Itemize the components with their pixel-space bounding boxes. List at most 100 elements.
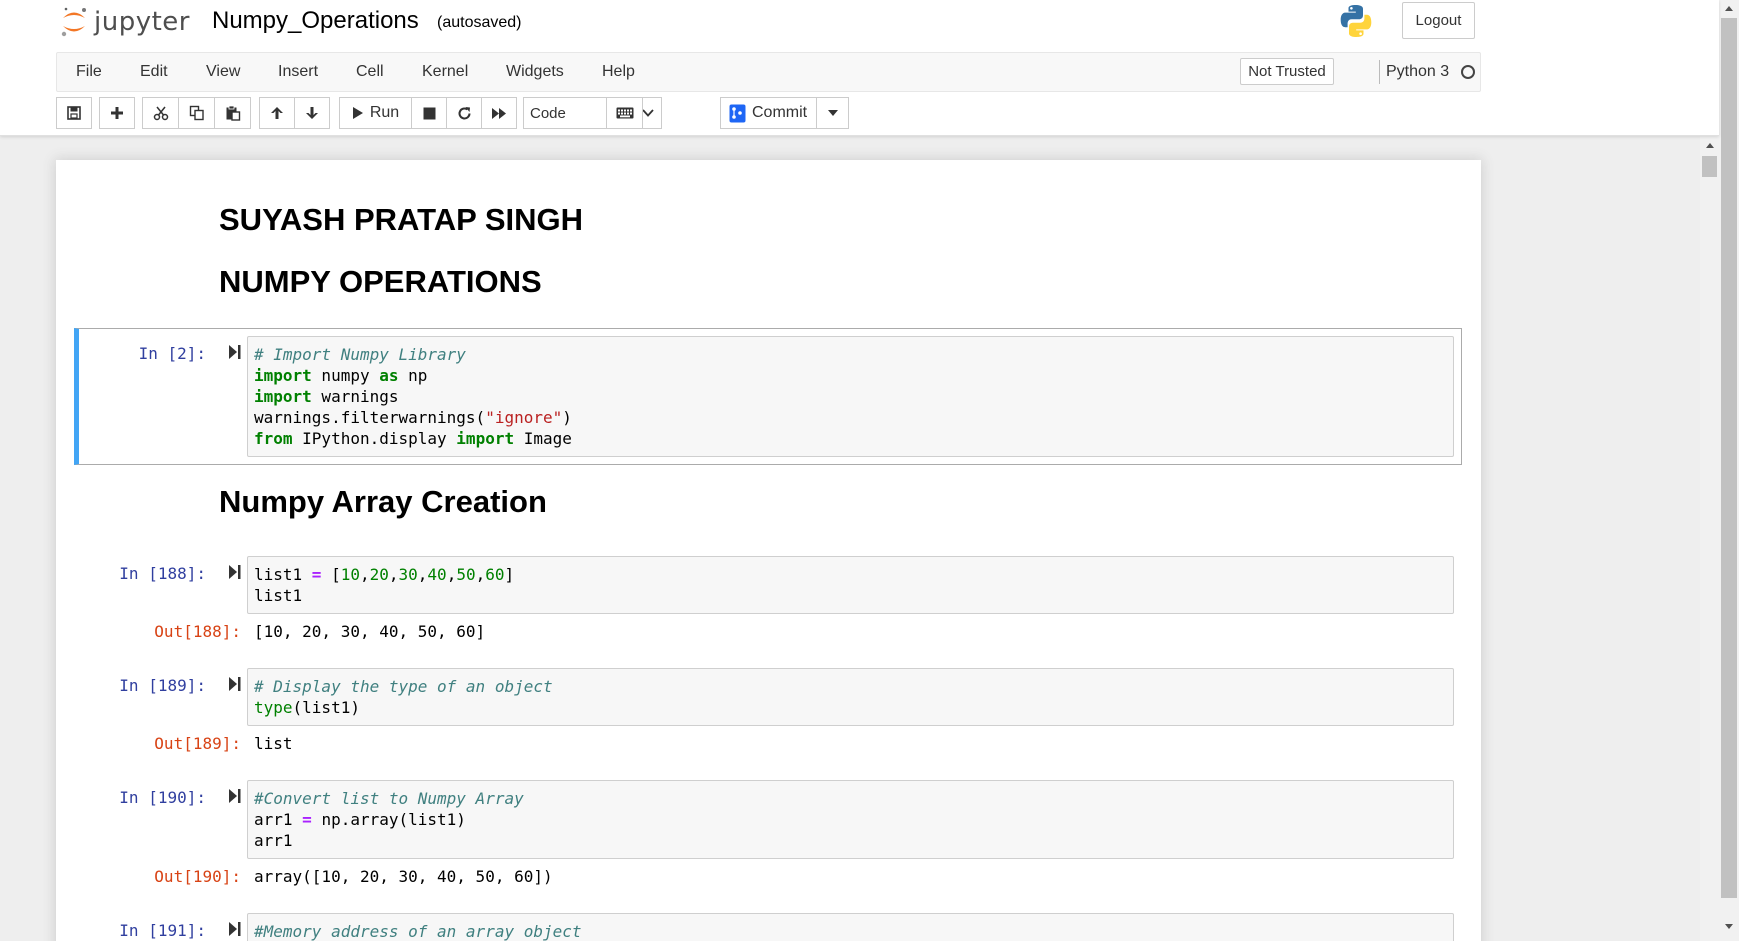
scroll-up-arrow-icon[interactable]	[1706, 143, 1714, 148]
code-line: type(list1)	[254, 698, 360, 717]
kernel-separator	[1379, 60, 1380, 84]
in-prompt: In [191]:	[119, 921, 206, 940]
code-line: warnings.filterwarnings("ignore")	[254, 408, 572, 427]
menu-widgets[interactable]: Widgets	[506, 53, 564, 91]
cell-output: array([10, 20, 30, 40, 50, 60])	[254, 867, 553, 886]
menubar: File Edit View Insert Cell Kernel Widget…	[56, 52, 1481, 92]
code-input[interactable]: #Convert list to Numpy Array arr1 = np.a…	[247, 780, 1454, 859]
in-prompt: In [2]:	[138, 344, 206, 363]
run-button[interactable]: Run	[339, 97, 412, 129]
python-logo	[1337, 2, 1375, 45]
code-line: import warnings	[254, 387, 399, 406]
code-line: import numpy as np	[254, 366, 428, 385]
code-line: arr1 = np.array(list1)	[254, 810, 466, 829]
code-input[interactable]: # Display the type of an object type(lis…	[247, 668, 1454, 726]
move-down-button[interactable]	[294, 97, 330, 129]
code-input[interactable]: list1 = [10,20,30,40,50,60] list1	[247, 556, 1454, 614]
save-button[interactable]	[56, 97, 92, 129]
restart-icon	[458, 106, 470, 119]
copy-button[interactable]	[178, 97, 215, 129]
paste-button[interactable]	[214, 97, 251, 129]
code-line: from IPython.display import Image	[254, 429, 572, 448]
menu-view[interactable]: View	[206, 53, 240, 91]
page-scroll-down-arrow-icon[interactable]	[1725, 924, 1733, 929]
fast-forward-icon	[492, 107, 506, 119]
chevron-down-icon	[642, 109, 654, 117]
code-input[interactable]: # Import Numpy Library import numpy as n…	[247, 336, 1454, 457]
move-up-button[interactable]	[259, 97, 295, 129]
code-comment: #Memory address of an array object	[254, 922, 582, 941]
arrow-down-icon	[306, 107, 318, 119]
arrow-up-icon	[271, 107, 283, 119]
run-icon	[352, 107, 363, 119]
not-trusted-button[interactable]: Not Trusted	[1240, 58, 1334, 85]
logo-text: jupyter	[94, 7, 190, 37]
code-line: # Import Numpy Library	[254, 344, 1447, 365]
code-comment: # Import Numpy Library	[254, 345, 466, 364]
copy-icon	[189, 105, 204, 121]
menu-cell[interactable]: Cell	[356, 53, 384, 91]
insert-cell-button[interactable]	[99, 97, 135, 129]
menu-insert[interactable]: Insert	[278, 53, 318, 91]
run-cell-icon[interactable]	[228, 788, 242, 804]
notebook-header: jupyter Numpy_Operations (autosaved) Log…	[0, 0, 1719, 136]
cell-type-value: Code	[530, 104, 566, 122]
code-line: #Memory address of an array object	[254, 921, 1447, 941]
jupyter-logo-icon	[61, 7, 86, 37]
in-prompt: In [188]:	[119, 564, 206, 583]
out-prompt: Out[188]:	[154, 622, 241, 641]
code-line: #Convert list to Numpy Array	[254, 788, 1447, 809]
python-logo-icon	[1340, 5, 1372, 37]
autosave-status: (autosaved)	[437, 14, 522, 31]
run-cell-icon[interactable]	[228, 921, 242, 937]
cell-output: [10, 20, 30, 40, 50, 60]	[254, 622, 486, 641]
logout-button[interactable]: Logout	[1402, 2, 1475, 39]
run-label: Run	[369, 104, 400, 121]
menu-edit[interactable]: Edit	[140, 53, 168, 91]
code-comment: #Convert list to Numpy Array	[254, 789, 524, 808]
in-prompt: In [190]:	[119, 788, 206, 807]
interrupt-button[interactable]	[411, 97, 447, 129]
run-cell-icon[interactable]	[228, 564, 242, 580]
menu-help[interactable]: Help	[602, 53, 635, 91]
commit-label: Commit	[752, 104, 808, 121]
cut-button[interactable]	[142, 97, 179, 129]
jupyter-logo[interactable]: jupyter	[60, 4, 190, 40]
paste-icon	[226, 105, 240, 121]
run-cell-icon[interactable]	[228, 344, 242, 360]
code-input[interactable]: #Memory address of an array object	[247, 913, 1454, 941]
page-scroll-up-arrow-icon[interactable]	[1725, 6, 1733, 11]
notebook-container: SUYASH PRATAP SINGH NUMPY OPERATIONS In …	[56, 160, 1481, 941]
command-palette-button[interactable]	[606, 97, 643, 129]
code-line: list1	[254, 586, 303, 605]
notebook-name[interactable]: Numpy_Operations	[212, 4, 419, 38]
run-cell-icon[interactable]	[228, 676, 242, 692]
commit-button[interactable]: Commit	[720, 97, 817, 129]
menu-kernel[interactable]: Kernel	[422, 53, 468, 91]
code-comment: # Display the type of an object	[254, 677, 553, 696]
caret-down-icon	[827, 110, 838, 116]
commit-dropdown-button[interactable]	[816, 97, 849, 129]
menu-file[interactable]: File	[76, 53, 102, 91]
kernel-name[interactable]: Python 3	[1386, 53, 1449, 91]
heading-title: NUMPY OPERATIONS	[219, 264, 542, 299]
commit-icon	[729, 104, 746, 122]
out-prompt: Out[189]:	[154, 734, 241, 753]
notebook-site[interactable]: SUYASH PRATAP SINGH NUMPY OPERATIONS In …	[0, 136, 1719, 941]
notebook-scrollbar[interactable]	[1700, 136, 1719, 941]
restart-run-all-button[interactable]	[481, 97, 517, 129]
code-line: arr1	[254, 831, 293, 850]
cell-output: list	[254, 734, 293, 753]
cut-icon	[153, 106, 168, 121]
code-line: list1 = [10,20,30,40,50,60]	[254, 565, 515, 584]
restart-button[interactable]	[446, 97, 482, 129]
kernel-idle-circle-icon	[1461, 65, 1475, 79]
notebook-scrollbar-thumb[interactable]	[1702, 156, 1717, 177]
heading-author: SUYASH PRATAP SINGH	[219, 202, 584, 237]
page-scrollbar-thumb[interactable]	[1721, 18, 1737, 898]
out-prompt: Out[190]:	[154, 867, 241, 886]
keyboard-icon	[616, 107, 633, 119]
code-line: # Display the type of an object	[254, 676, 1447, 697]
save-icon	[67, 106, 81, 120]
in-prompt: In [189]:	[119, 676, 206, 695]
